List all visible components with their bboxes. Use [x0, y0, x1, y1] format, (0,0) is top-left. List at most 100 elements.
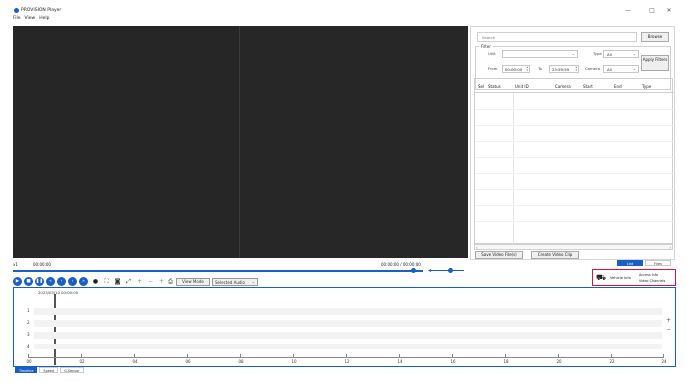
- timeline-lane-4[interactable]: [34, 344, 662, 349]
- scroll-right-icon[interactable]: ›: [669, 245, 671, 250]
- chevron-down-icon: ⌄: [632, 51, 636, 56]
- tick-label: 00: [26, 359, 32, 364]
- seek-bar-handle[interactable]: [411, 268, 416, 273]
- stop-icon[interactable]: ■: [24, 277, 33, 286]
- table-row[interactable]: [475, 141, 674, 142]
- lane-label: 3: [27, 332, 30, 337]
- minus-icon[interactable]: −: [146, 277, 155, 286]
- search-input[interactable]: [477, 32, 637, 42]
- col-header-sel[interactable]: Sel: [478, 84, 484, 89]
- selected-audio-value: Selected Audio: [215, 280, 245, 285]
- ruler-tick: [81, 354, 82, 357]
- pause-icon[interactable]: ❚❚: [35, 277, 44, 286]
- table-row[interactable]: [475, 109, 674, 110]
- playback-toolbar: ▶ ■ ❚❚ « ‹ › » ● ⛶ ◙ ⤢ + − + ⎙ View Mode…: [13, 277, 313, 287]
- tab-speed[interactable]: Speed: [39, 367, 59, 373]
- fullscreen-icon[interactable]: ⛶: [102, 277, 111, 286]
- col-header-status[interactable]: Status: [488, 84, 501, 89]
- tick-label: 08: [238, 359, 244, 364]
- timeline-lane-3[interactable]: [34, 332, 662, 339]
- video-pane-right[interactable]: [241, 26, 468, 258]
- create-video-clip-button[interactable]: Create Video Clip: [531, 251, 579, 259]
- ruler-tick: [28, 354, 29, 357]
- maximize-button[interactable]: □: [646, 6, 658, 16]
- playback-speed-readout: x1: [13, 262, 18, 267]
- col-header-end[interactable]: End: [614, 84, 622, 89]
- app-logo-icon: [14, 8, 19, 13]
- table-row[interactable]: [475, 125, 674, 126]
- ruler-tick: [558, 354, 559, 357]
- ruler-tick: [187, 354, 188, 357]
- unit-combo[interactable]: ⌄: [502, 50, 578, 58]
- add-icon[interactable]: +: [157, 277, 166, 286]
- timeline[interactable]: 2023/03/10 00:00:00 1 2 3 4 + − 00 02 04…: [13, 287, 676, 367]
- table-row[interactable]: [475, 221, 674, 222]
- col-header-type[interactable]: Type: [642, 84, 651, 89]
- window-title: PROVISION Player: [21, 8, 62, 13]
- col-header-unit-id[interactable]: Unit ID: [515, 84, 529, 89]
- elapsed-total-time: 00:00:00 / 00:00:00: [381, 262, 421, 267]
- zoom-in-icon[interactable]: ⤢: [124, 277, 133, 286]
- type-label: Type: [593, 51, 602, 56]
- type-combo[interactable]: All ⌄: [603, 50, 639, 58]
- camera-snapshot-icon[interactable]: ◙: [113, 277, 122, 286]
- ruler-tick: [505, 354, 506, 357]
- play-icon[interactable]: ▶: [13, 277, 22, 286]
- ruler-tick: [134, 354, 135, 357]
- col-header-camera[interactable]: Camera: [555, 84, 571, 89]
- table-horizontal-scrollbar[interactable]: ‹ ›: [474, 244, 673, 250]
- step-back-icon[interactable]: ‹: [57, 277, 66, 286]
- plus-icon[interactable]: +: [135, 277, 144, 286]
- browse-button[interactable]: Browse: [641, 32, 669, 42]
- video-channels-label: Video Channels: [639, 279, 666, 283]
- table-row[interactable]: [475, 189, 674, 190]
- save-video-files-button[interactable]: Save Video File(s): [475, 251, 523, 259]
- seek-bar[interactable]: [13, 270, 423, 272]
- rewind-icon[interactable]: «: [46, 277, 55, 286]
- menu-help[interactable]: Help: [39, 16, 49, 24]
- fast-forward-icon[interactable]: »: [79, 277, 88, 286]
- camera-combo[interactable]: All ⌄: [603, 65, 639, 73]
- selected-audio-combo[interactable]: Selected Audio ⌄: [212, 278, 258, 286]
- menu-file[interactable]: File: [13, 16, 21, 24]
- tab-g-sensor[interactable]: G-Sensor: [60, 367, 84, 373]
- minimize-button[interactable]: —: [622, 6, 634, 16]
- timer-icon[interactable]: ●: [91, 277, 100, 286]
- table-row[interactable]: [475, 157, 674, 158]
- col-header-start[interactable]: Start: [583, 84, 593, 89]
- to-time-input[interactable]: 23:59:59 ▴ ▾: [549, 65, 579, 73]
- speed-slider[interactable]: [430, 270, 464, 271]
- ruler-tick: [240, 354, 241, 357]
- print-icon[interactable]: ⎙: [166, 277, 175, 286]
- lane-label: 2: [27, 320, 30, 325]
- close-button[interactable]: ✕: [663, 6, 675, 16]
- spin-arrows-icon[interactable]: ▴ ▾: [526, 66, 528, 72]
- table-row[interactable]: [475, 173, 674, 174]
- apply-filters-button[interactable]: Apply Filters: [641, 55, 669, 71]
- ruler-tick: [452, 354, 453, 357]
- chevron-down-icon: ⌄: [632, 66, 636, 71]
- timeline-zoom-out-icon[interactable]: −: [666, 326, 671, 333]
- spin-arrows-icon[interactable]: ▴ ▾: [575, 66, 577, 72]
- recordings-table[interactable]: Sel Status Unit ID Camera Start End Type: [474, 78, 674, 245]
- video-area[interactable]: [13, 26, 468, 258]
- step-forward-icon[interactable]: ›: [68, 277, 77, 286]
- scroll-left-icon[interactable]: ‹: [476, 245, 478, 250]
- menu-view[interactable]: View: [25, 16, 36, 24]
- timeline-lane-1[interactable]: [34, 308, 662, 315]
- vehicle-info-box[interactable]: ⛟ Vehicle Info Access Info Video Channel…: [592, 269, 676, 286]
- from-time-input[interactable]: 00:00:00 ▴ ▾: [502, 65, 530, 73]
- view-mode-button[interactable]: View Mode: [176, 278, 210, 286]
- tick-label: 20: [556, 359, 562, 364]
- video-pane-left[interactable]: [13, 26, 240, 258]
- speed-slider-handle[interactable]: [448, 268, 453, 273]
- table-row[interactable]: [475, 205, 674, 206]
- type-combo-value: All: [607, 52, 612, 57]
- tab-files[interactable]: Files: [645, 260, 671, 266]
- tab-timeline[interactable]: Timeline: [15, 367, 38, 373]
- timeline-zoom-in-icon[interactable]: +: [666, 317, 671, 324]
- timeline-lane-2[interactable]: [34, 320, 662, 327]
- tab-list[interactable]: List: [617, 260, 643, 266]
- to-label: To: [538, 66, 542, 71]
- file-panel: Browse Filter Unit ⌄ Type All ⌄ From 00:…: [470, 26, 675, 260]
